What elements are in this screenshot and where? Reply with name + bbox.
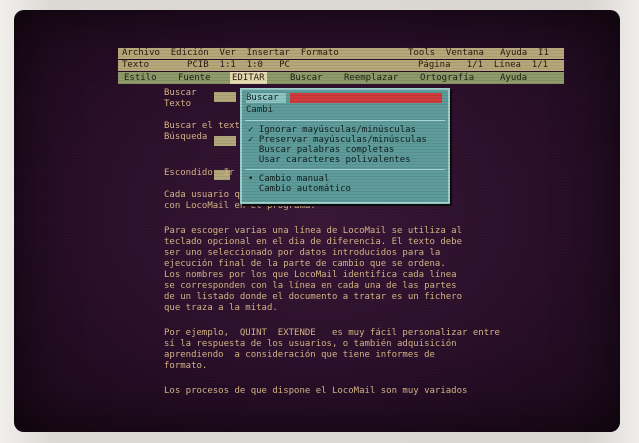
tab-editar[interactable]: EDITAR bbox=[230, 72, 267, 84]
tab-ortografia[interactable]: Ortografía bbox=[418, 72, 476, 84]
doc-line: se corresponden con la línea en cada una… bbox=[164, 281, 457, 291]
field-box[interactable] bbox=[214, 92, 236, 102]
title-bar-right: Tools Ventana Ayuda I1 bbox=[408, 48, 549, 58]
doc-line: ser uno seleccionado por datos introduci… bbox=[164, 248, 441, 258]
tab-estilo[interactable]: Estilo bbox=[122, 72, 159, 84]
option-auto-replace[interactable]: Cambio automático bbox=[248, 184, 351, 194]
title-bar: Archivo Edición Ver Insertar Formato Too… bbox=[118, 48, 564, 59]
doc-line: ejecución final de la parte de cambio qu… bbox=[164, 259, 446, 269]
option-wildcards[interactable]: Usar caracteres polivalentes bbox=[248, 155, 411, 165]
option-preserve-case[interactable]: ✓ Preservar mayúsculas/minúsculas bbox=[248, 135, 427, 145]
doc-line: Búsqueda bbox=[164, 132, 208, 142]
tab-buscar[interactable]: Buscar bbox=[288, 72, 325, 84]
status-bar: Texto PCIB 1:1 1:0 PC Página 1/1 Línea 1… bbox=[118, 60, 564, 71]
doc-line: Para escoger varias una línea de LocoMai… bbox=[164, 226, 463, 236]
title-bar-left: Archivo Edición Ver Insertar Formato bbox=[122, 48, 339, 58]
field-box[interactable] bbox=[214, 136, 236, 146]
doc-line: Los nombres por los que LocoMail identif… bbox=[164, 270, 457, 280]
doc-line: formato. bbox=[164, 361, 208, 371]
tab-bar: Estilo Fuente EDITAR Buscar Reemplazar O… bbox=[118, 72, 564, 84]
search-options-dialog[interactable]: Buscar Cambi ✓ Ignorar mayúsculas/minúsc… bbox=[240, 88, 450, 204]
tab-fuente[interactable]: Fuente bbox=[176, 72, 213, 84]
doc-line: Por ejemplo, QUINT EXTENDE es muy fácil … bbox=[164, 328, 500, 338]
doc-line: de un listado donde el documento a trata… bbox=[164, 292, 463, 302]
doc-line: Escondido Ir bbox=[164, 168, 235, 178]
option-ignore-case[interactable]: ✓ Ignorar mayúsculas/minúsculas bbox=[248, 125, 416, 135]
monitor-screen: Archivo Edición Ver Insertar Formato Too… bbox=[14, 10, 620, 432]
doc-line: aprendiendo a consideración que tiene in… bbox=[164, 350, 435, 360]
doc-line: teclado opcional en el dia de diferencia… bbox=[164, 237, 463, 247]
divider bbox=[245, 169, 445, 170]
doc-line: que traza a la mitad. bbox=[164, 303, 278, 313]
doc-line: Texto bbox=[164, 99, 192, 109]
doc-line: Buscar el texto bbox=[164, 121, 246, 131]
status-bar-right: Página 1/1 Línea 1/1 bbox=[418, 60, 549, 70]
tab-reemplazar[interactable]: Reemplazar bbox=[342, 72, 400, 84]
doc-line: Buscar bbox=[164, 88, 197, 98]
replace-label: Cambi bbox=[246, 105, 274, 115]
doc-line bbox=[164, 110, 175, 121]
doc-line: sí la respuesta de los usuarios, o tambi… bbox=[164, 339, 457, 349]
search-input[interactable] bbox=[290, 93, 442, 103]
divider bbox=[245, 120, 445, 121]
option-whole-words[interactable]: Buscar palabras completas bbox=[248, 145, 394, 155]
doc-line: Los procesos de que dispone el LocoMail … bbox=[164, 386, 468, 396]
status-bar-left: Texto PCIB 1:1 1:0 PC bbox=[122, 60, 290, 70]
dialog-title: Buscar bbox=[246, 93, 286, 103]
tab-ayuda[interactable]: Ayuda bbox=[498, 72, 529, 84]
option-manual-replace[interactable]: • Cambio manual bbox=[248, 174, 329, 184]
